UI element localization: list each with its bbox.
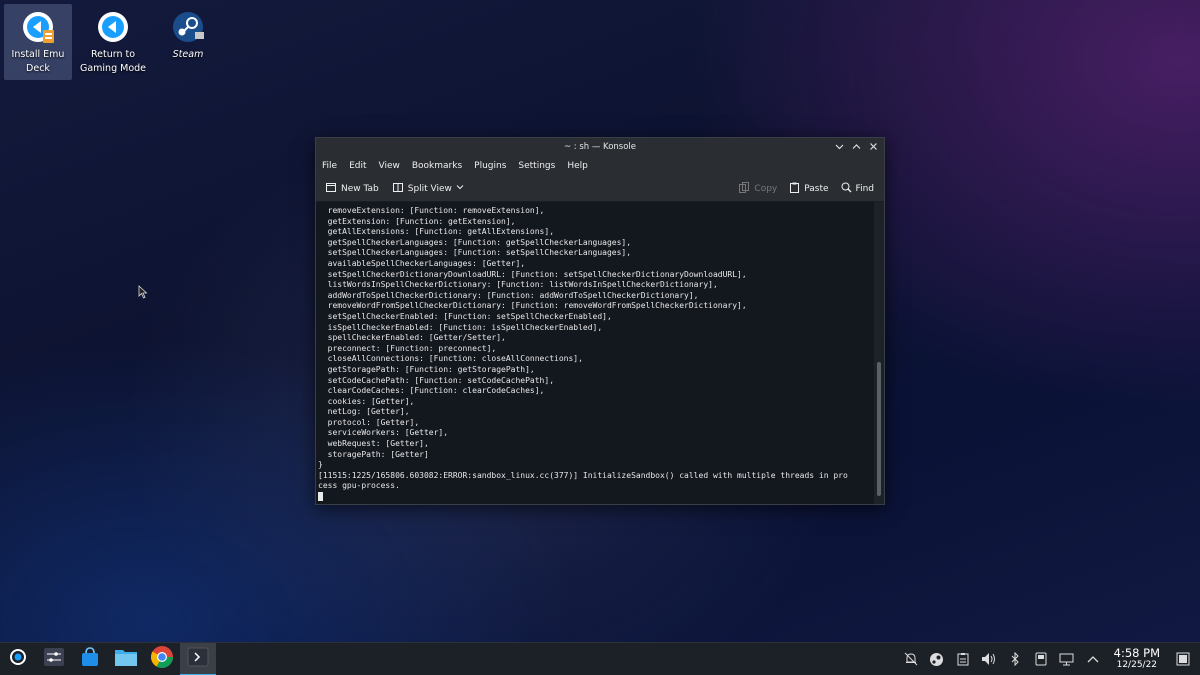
- close-icon[interactable]: [868, 140, 878, 152]
- find-button[interactable]: Find: [841, 182, 874, 196]
- terminal-line: preconnect: [Function: preconnect],: [318, 343, 497, 353]
- notifications-icon[interactable]: [900, 648, 922, 670]
- terminal-line: availableSpellCheckerLanguages: [Getter]…: [318, 258, 526, 268]
- folder-icon: [114, 647, 138, 671]
- device-storage-icon[interactable]: [1030, 648, 1052, 670]
- terminal-icon: [187, 647, 209, 671]
- taskbar-file-manager[interactable]: [108, 643, 144, 675]
- maximize-icon[interactable]: [851, 140, 861, 152]
- terminal-line: setSpellCheckerEnabled: [Function: setSp…: [318, 311, 612, 321]
- chrome-icon: [150, 645, 174, 673]
- system-tray: 4:58 PM 12/25/22: [900, 647, 1200, 671]
- desktop-icon-return-gaming-mode[interactable]: Return to Gaming Mode: [78, 4, 148, 80]
- terminal-line: removeExtension: [Function: removeExtens…: [318, 206, 545, 215]
- network-display-icon[interactable]: [1056, 648, 1078, 670]
- terminal-line: cess gpu-process.: [318, 481, 400, 491]
- terminal-line: [11515:1225/165806.603082:ERROR:sandbox_…: [318, 470, 848, 480]
- terminal-line: removeWordFromSpellCheckerDictionary: [F…: [318, 301, 747, 311]
- find-label: Find: [855, 183, 874, 194]
- terminal-scrollbar[interactable]: [874, 202, 884, 504]
- window-title: ~ : sh — Konsole: [563, 142, 637, 152]
- mouse-cursor-icon: [138, 284, 148, 303]
- emudeck-icon: [21, 10, 55, 44]
- desktop-icon-install-emudeck[interactable]: Install Emu Deck: [4, 4, 72, 80]
- new-tab-label: New Tab: [341, 183, 379, 194]
- terminal-line: storagePath: [Getter]: [318, 449, 429, 459]
- store-bag-icon: [79, 646, 101, 672]
- menu-edit[interactable]: Edit: [349, 161, 366, 171]
- paste-button[interactable]: Paste: [789, 182, 829, 196]
- taskbar-clock[interactable]: 4:58 PM 12/25/22: [1114, 647, 1160, 671]
- terminal-line: clearCodeCaches: [Function: clearCodeCac…: [318, 386, 545, 396]
- menu-file[interactable]: File: [322, 161, 337, 171]
- split-view-label: Split View: [407, 183, 452, 194]
- taskbar-system-settings[interactable]: [36, 643, 72, 675]
- terminal-output[interactable]: removeExtension: [Function: removeExtens…: [316, 202, 874, 504]
- toolbar: New Tab Split View Copy Paste Find: [316, 176, 884, 202]
- copy-label: Copy: [754, 183, 778, 194]
- clock-date: 12/25/22: [1116, 660, 1158, 670]
- terminal-line: netLog: [Getter],: [318, 407, 410, 417]
- scrollbar-thumb[interactable]: [877, 362, 881, 496]
- desktop-icon-steam[interactable]: Steam: [154, 4, 222, 80]
- settings-sliders-icon: [43, 647, 65, 671]
- terminal-line: closeAllConnections: [Function: closeAll…: [318, 354, 583, 364]
- terminal-line: getExtension: [Function: getExtension],: [318, 216, 516, 226]
- paste-label: Paste: [804, 183, 829, 194]
- menu-bookmarks[interactable]: Bookmarks: [412, 161, 462, 171]
- desktop-icon-label: Steam: [172, 49, 204, 60]
- menu-help[interactable]: Help: [567, 161, 588, 171]
- terminal-line: protocol: [Getter],: [318, 417, 420, 427]
- minimize-icon[interactable]: [834, 140, 844, 152]
- copy-button[interactable]: Copy: [739, 181, 778, 196]
- volume-icon[interactable]: [978, 648, 1000, 670]
- terminal-line: cookies: [Getter],: [318, 396, 415, 406]
- app-launcher-button[interactable]: [0, 643, 36, 675]
- steam-tray-icon[interactable]: [926, 648, 948, 670]
- chevron-up-icon[interactable]: [1082, 648, 1104, 670]
- taskbar-konsole[interactable]: [180, 642, 216, 675]
- clock-time: 4:58 PM: [1113, 646, 1160, 660]
- new-tab-button[interactable]: New Tab: [326, 182, 379, 196]
- return-gaming-icon: [96, 10, 130, 44]
- menu-plugins[interactable]: Plugins: [474, 161, 506, 171]
- split-view-button[interactable]: Split View: [392, 182, 464, 196]
- terminal-line: }: [318, 460, 323, 470]
- copy-icon: [739, 181, 750, 196]
- taskbar-discover[interactable]: [72, 643, 108, 675]
- chevron-down-icon: [456, 183, 464, 194]
- paste-icon: [789, 182, 800, 196]
- terminal-line: webRequest: [Getter],: [318, 439, 429, 449]
- steam-icon: [171, 10, 205, 44]
- desktop-icon-label: Install Emu Deck: [11, 49, 65, 74]
- split-view-icon: [392, 182, 404, 196]
- taskbar-chrome[interactable]: [144, 643, 180, 675]
- menubar: File Edit View Bookmarks Plugins Setting…: [316, 156, 884, 176]
- menu-settings[interactable]: Settings: [518, 161, 555, 171]
- terminal-line: addWordToSpellCheckerDictionary: [Functi…: [318, 290, 699, 300]
- terminal-line: isSpellCheckerEnabled: [Function: isSpel…: [318, 322, 603, 332]
- terminal-line: setCodeCachePath: [Function: setCodeCach…: [318, 375, 555, 385]
- taskbar: 4:58 PM 12/25/22: [0, 642, 1200, 675]
- terminal-line: getSpellCheckerLanguages: [Function: get…: [318, 237, 632, 247]
- show-desktop-icon[interactable]: [1172, 648, 1194, 670]
- desktop-icon-label: Return to Gaming Mode: [79, 49, 147, 74]
- terminal-line: setSpellCheckerDictionaryDownloadURL: [F…: [318, 269, 747, 279]
- menu-view[interactable]: View: [379, 161, 400, 171]
- terminal-line: listWordsInSpellCheckerDictionary: [Func…: [318, 280, 718, 290]
- terminal-line: spellCheckerEnabled: [Getter/Setter],: [318, 333, 506, 343]
- terminal-line: serviceWorkers: [Getter],: [318, 428, 449, 438]
- clipboard-icon[interactable]: [952, 648, 974, 670]
- new-tab-icon: [326, 182, 337, 196]
- search-icon: [841, 182, 852, 196]
- terminal-prompt: [318, 492, 874, 503]
- bluetooth-icon[interactable]: [1004, 648, 1026, 670]
- text-cursor: [318, 492, 323, 502]
- terminal-line: getAllExtensions: [Function: getAllExten…: [318, 227, 555, 237]
- steamdeck-logo-icon: [9, 648, 27, 670]
- terminal-line: setSpellCheckerLanguages: [Function: set…: [318, 248, 632, 258]
- terminal-line: getStoragePath: [Function: getStoragePat…: [318, 364, 535, 374]
- konsole-window[interactable]: ~ : sh — Konsole File Edit View Bookmark…: [315, 137, 885, 505]
- window-titlebar[interactable]: ~ : sh — Konsole: [316, 138, 884, 156]
